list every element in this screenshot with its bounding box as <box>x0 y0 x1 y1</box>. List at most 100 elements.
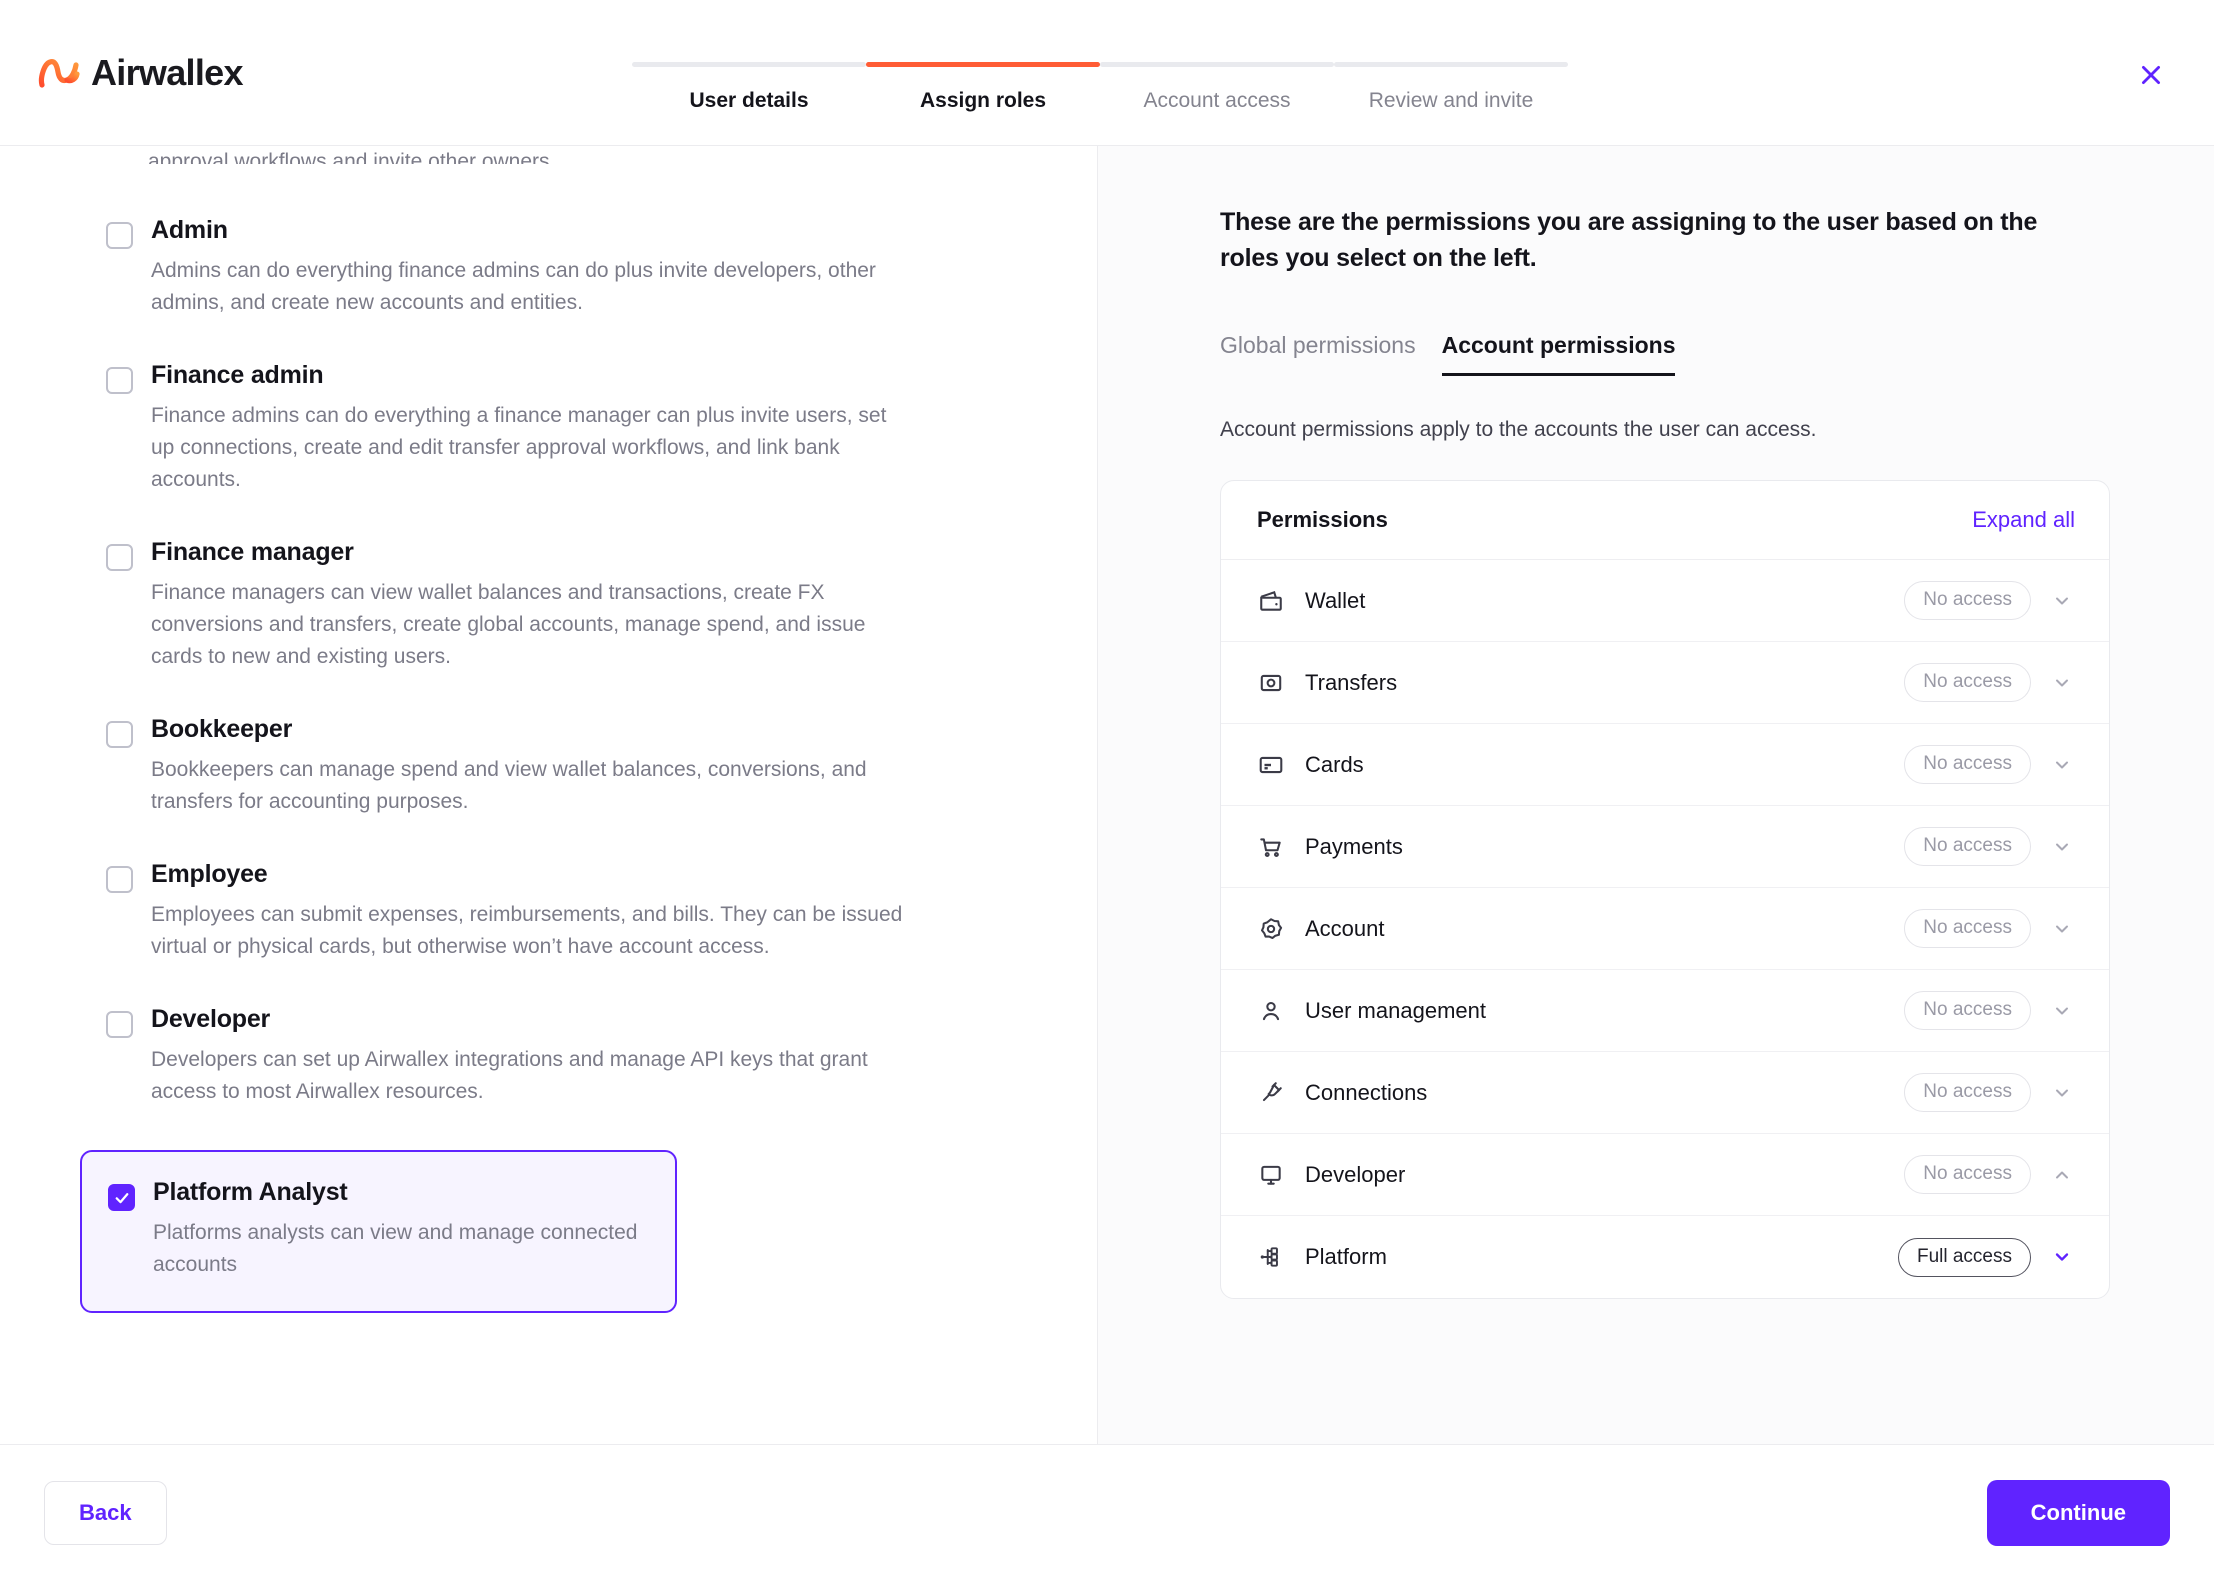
role-checkbox[interactable] <box>106 367 133 394</box>
step-label: User details <box>632 89 866 113</box>
cards-icon <box>1257 751 1285 779</box>
permission-row-connections[interactable]: Connections No access <box>1221 1052 2109 1134</box>
permission-name: Wallet <box>1305 588 1904 614</box>
step-track <box>1334 62 1568 67</box>
airwallex-wordmark: Airwallex <box>91 52 243 94</box>
chevron-down-icon[interactable] <box>2045 1240 2079 1274</box>
chevron-down-icon[interactable] <box>2045 1076 2079 1110</box>
chevron-down-icon[interactable] <box>2045 994 2079 1028</box>
user-icon <box>1257 997 1285 1025</box>
chevron-down-icon[interactable] <box>2045 830 2079 864</box>
permission-row-account[interactable]: Account No access <box>1221 888 2109 970</box>
role-item-bookkeeper[interactable]: Bookkeeper Bookkeepers can manage spend … <box>106 715 1037 818</box>
chevron-down-icon[interactable] <box>2045 666 2079 700</box>
role-item-developer[interactable]: Developer Developers can set up Airwalle… <box>106 1005 1037 1108</box>
role-item-platform-analyst[interactable]: Platform Analyst Platforms analysts can … <box>80 1150 677 1313</box>
access-pill[interactable]: No access <box>1904 663 2031 702</box>
modal-footer: Back Continue <box>0 1444 2214 1580</box>
airwallex-logo: Airwallex <box>38 52 243 94</box>
permissions-column-header: Permissions <box>1257 507 1388 533</box>
permission-row-cards[interactable]: Cards No access <box>1221 724 2109 806</box>
chevron-down-icon[interactable] <box>2045 748 2079 782</box>
step-user-details[interactable]: User details <box>632 62 866 113</box>
checkmark-icon <box>113 1189 131 1207</box>
account-gear-icon <box>1257 915 1285 943</box>
role-checkbox[interactable] <box>106 866 133 893</box>
payments-cart-icon <box>1257 833 1285 861</box>
modal-body: approval workflows and invite other owne… <box>0 146 2214 1444</box>
access-pill[interactable]: No access <box>1904 909 2031 948</box>
continue-button[interactable]: Continue <box>1987 1480 2170 1546</box>
role-checkbox[interactable] <box>106 1011 133 1038</box>
expand-all-link[interactable]: Expand all <box>1972 507 2075 533</box>
role-title: Employee <box>151 860 1037 889</box>
role-description: Employees can submit expenses, reimburse… <box>151 899 911 963</box>
permission-name: User management <box>1305 998 1904 1024</box>
permissions-subtitle: Account permissions apply to the account… <box>1220 418 2110 442</box>
permission-row-user-management[interactable]: User management No access <box>1221 970 2109 1052</box>
permission-row-payments[interactable]: Payments No access <box>1221 806 2109 888</box>
invite-user-modal: Airwallex User details Assign roles Acco… <box>0 0 2214 1580</box>
step-label: Assign roles <box>866 89 1100 113</box>
access-pill[interactable]: No access <box>1904 827 2031 866</box>
permission-row-wallet[interactable]: Wallet No access <box>1221 560 2109 642</box>
role-description: Bookkeepers can manage spend and view wa… <box>151 754 911 818</box>
access-pill[interactable]: No access <box>1904 991 2031 1030</box>
close-button[interactable] <box>2130 54 2172 96</box>
access-pill[interactable]: No access <box>1904 581 2031 620</box>
role-item-finance-admin[interactable]: Finance admin Finance admins can do ever… <box>106 361 1037 496</box>
role-title: Finance admin <box>151 361 1037 390</box>
chevron-down-icon[interactable] <box>2045 912 2079 946</box>
permissions-tabs: Global permissions Account permissions <box>1220 332 2110 376</box>
step-track <box>1100 62 1334 67</box>
permission-name: Cards <box>1305 752 1904 778</box>
step-assign-roles[interactable]: Assign roles <box>866 62 1100 113</box>
permissions-intro: These are the permissions you are assign… <box>1220 204 2080 276</box>
access-pill[interactable]: Full access <box>1898 1238 2031 1277</box>
chevron-down-icon[interactable] <box>2045 584 2079 618</box>
role-title: Finance manager <box>151 538 1037 567</box>
role-title: Platform Analyst <box>153 1178 649 1207</box>
role-description: Developers can set up Airwallex integrat… <box>151 1044 911 1108</box>
role-item-admin[interactable]: Admin Admins can do everything finance a… <box>106 216 1037 319</box>
roles-panel: approval workflows and invite other owne… <box>0 146 1098 1444</box>
permissions-card: Permissions Expand all Wallet No access <box>1220 480 2110 1299</box>
permissions-card-header: Permissions Expand all <box>1221 481 2109 560</box>
role-description: Platforms analysts can view and manage c… <box>153 1217 649 1281</box>
permission-name: Platform <box>1305 1244 1898 1270</box>
tab-account-permissions[interactable]: Account permissions <box>1442 332 1676 376</box>
permission-name: Developer <box>1305 1162 1904 1188</box>
permission-name: Connections <box>1305 1080 1904 1106</box>
permission-name: Account <box>1305 916 1904 942</box>
clipped-previous-role-desc: approval workflows and invite other owne… <box>148 146 1037 164</box>
role-checkbox[interactable] <box>106 721 133 748</box>
permission-row-developer[interactable]: Developer No access <box>1221 1134 2109 1216</box>
role-title: Admin <box>151 216 1037 245</box>
permission-row-platform[interactable]: Platform Full access <box>1221 1216 2109 1298</box>
step-review-and-invite[interactable]: Review and invite <box>1334 62 1568 113</box>
tab-global-permissions[interactable]: Global permissions <box>1220 332 1416 376</box>
role-description: Finance managers can view wallet balance… <box>151 577 911 673</box>
wallet-icon <box>1257 587 1285 615</box>
back-button[interactable]: Back <box>44 1481 167 1545</box>
role-checkbox[interactable] <box>106 544 133 571</box>
role-description: Admins can do everything finance admins … <box>151 255 911 319</box>
access-pill[interactable]: No access <box>1904 745 2031 784</box>
permission-name: Payments <box>1305 834 1904 860</box>
step-label: Account access <box>1100 89 1334 113</box>
access-pill[interactable]: No access <box>1904 1073 2031 1112</box>
platform-nodes-icon <box>1257 1243 1285 1271</box>
role-item-finance-manager[interactable]: Finance manager Finance managers can vie… <box>106 538 1037 673</box>
role-item-employee[interactable]: Employee Employees can submit expenses, … <box>106 860 1037 963</box>
role-checkbox[interactable] <box>108 1184 135 1211</box>
transfers-icon <box>1257 669 1285 697</box>
permission-row-transfers[interactable]: Transfers No access <box>1221 642 2109 724</box>
chevron-up-icon[interactable] <box>2045 1158 2079 1192</box>
role-title: Developer <box>151 1005 1037 1034</box>
step-track <box>632 62 866 67</box>
access-pill[interactable]: No access <box>1904 1155 2031 1194</box>
role-checkbox[interactable] <box>106 222 133 249</box>
step-track <box>866 62 1100 67</box>
permissions-panel: These are the permissions you are assign… <box>1098 146 2214 1444</box>
step-account-access[interactable]: Account access <box>1100 62 1334 113</box>
